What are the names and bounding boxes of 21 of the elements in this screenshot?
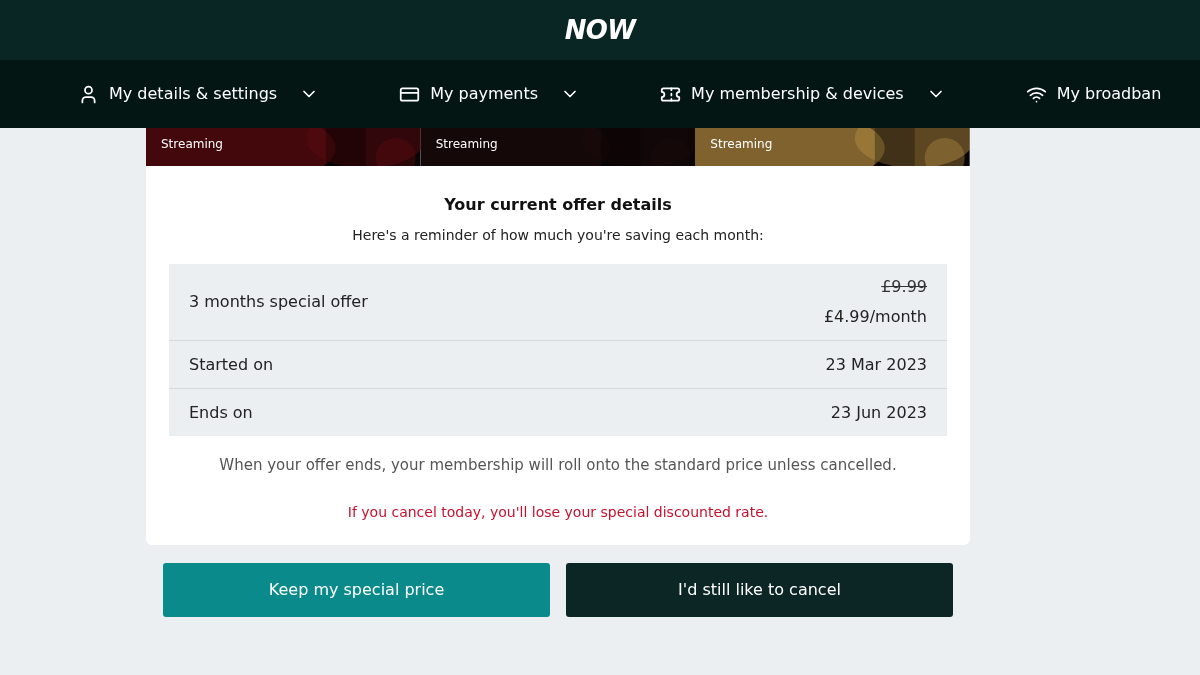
cancel-button[interactable]: I'd still like to cancel [566,563,953,617]
offer-subtitle: Here's a reminder of how much you're saving each month: [352,226,764,245]
row-label: 3 months special offer [189,291,368,313]
row-value: £4.99/month [823,306,927,328]
poster-caption: Streaming [161,136,223,153]
logo[interactable]: NOW [564,10,636,50]
offer-note: When your offer ends, your membership will roll onto the standard price unless cancelled. [218,455,898,476]
row-value: 23 Jun 2023 [830,401,927,424]
row-value: 23 Mar 2023 [825,353,927,376]
row-label: Ends on [189,401,253,424]
nav-menu[interactable]: My details & settings [78,82,320,106]
warning-text: If you cancel today, you'll lose your special discounted rate. [347,503,769,522]
nav-menu[interactable]: My broadban [1025,82,1162,106]
poster-caption: Streaming [710,136,773,153]
nav-menu[interactable]: My payments [399,82,581,106]
row-label: Started on [189,353,274,376]
nav-menu[interactable]: My membership & devices [660,82,946,106]
offer-title: Your current offer details [444,194,672,216]
old-price: £9.99 [881,276,927,298]
poster-caption: Streaming [435,136,498,153]
keep-price-button[interactable]: Keep my special price [163,563,550,617]
